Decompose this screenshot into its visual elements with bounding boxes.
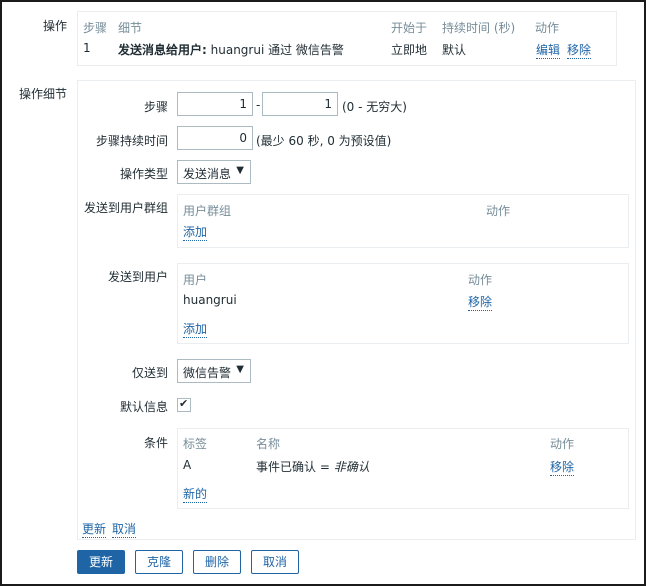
delete-button[interactable]: 删除 — [193, 550, 241, 574]
condition-label: A — [183, 458, 192, 472]
cancel-button[interactable]: 取消 — [251, 550, 299, 574]
condition-name-prefix: 事件已确认 = — [256, 460, 334, 474]
col-condition-name-header: 名称 — [256, 437, 281, 451]
steps-dash: - — [256, 98, 261, 112]
remove-user-link[interactable]: 移除 — [468, 293, 493, 311]
step-duration-label: 步骤持续时间 — [95, 134, 168, 148]
row-start: 立即地 — [391, 43, 428, 57]
users-table: 用户 动作 huangrui 移除 添加 — [177, 263, 629, 344]
steps-hint: (0 - 无穷大) — [342, 100, 407, 114]
caret-down-icon: ▼ — [236, 165, 244, 176]
col-action-header: 动作 — [535, 21, 560, 35]
update-button[interactable]: 更新 — [77, 550, 125, 574]
default-message-checkbox[interactable]: ✔ — [177, 397, 191, 412]
col-user-header: 用户 — [183, 273, 208, 287]
update-operation-link[interactable]: 更新 — [82, 520, 107, 538]
col-step-header: 步骤 — [83, 21, 108, 35]
send-only-to-select[interactable]: 微信告警 ▼ — [177, 359, 251, 383]
op-details-label: 操作细节 — [18, 87, 67, 101]
steps-label: 步骤 — [143, 100, 168, 114]
conditions-table: 标签 名称 动作 A 事件已确认 = 非确认 移除 新的 — [177, 428, 629, 509]
col-details-header: 细节 — [118, 21, 143, 35]
caret-down-icon: ▼ — [236, 364, 244, 375]
user-groups-table: 用户群组 动作 添加 — [177, 194, 629, 248]
col-user-action-header: 动作 — [468, 273, 493, 287]
users-label: 发送到用户 — [107, 270, 168, 284]
col-user-group-action-header: 动作 — [486, 204, 511, 218]
row-details: 发送消息给用户: huangrui 通过 微信告警 — [118, 41, 344, 58]
remove-operation-link[interactable]: 移除 — [567, 41, 592, 59]
user-groups-label: 发送到用户群组 — [83, 201, 168, 215]
window-frame: 操作 步骤 细节 开始于 持续时间 (秒) 动作 1 发送消息给用户: huan… — [0, 0, 646, 586]
op-type-value: 发送消息 — [183, 167, 232, 181]
user-name: huangrui — [183, 293, 237, 307]
op-type-select[interactable]: 发送消息 ▼ — [177, 160, 251, 184]
col-condition-label-header: 标签 — [183, 437, 208, 451]
row-details-rest: huangrui 通过 微信告警 — [206, 43, 344, 57]
condition-name-value: 非确认 — [333, 460, 370, 474]
op-type-label: 操作类型 — [119, 167, 168, 181]
col-start-header: 开始于 — [391, 21, 428, 35]
default-message-label: 默认信息 — [119, 400, 168, 414]
operations-label: 操作 — [42, 19, 67, 33]
send-only-to-value: 微信告警 — [183, 366, 232, 380]
operations-table: 步骤 细节 开始于 持续时间 (秒) 动作 1 发送消息给用户: huangru… — [77, 11, 617, 66]
send-only-to-label: 仅送到 — [131, 366, 168, 380]
step-duration-hint: (最少 60 秒, 0 为预设值) — [256, 134, 392, 148]
row-duration: 默认 — [442, 43, 467, 57]
cancel-operation-link[interactable]: 取消 — [112, 520, 137, 538]
condition-name: 事件已确认 = 非确认 — [256, 458, 370, 475]
row-step: 1 — [83, 41, 91, 55]
col-condition-action-header: 动作 — [550, 437, 575, 451]
clone-button[interactable]: 克隆 — [135, 550, 183, 574]
row-details-bold: 发送消息给用户: — [118, 43, 207, 57]
conditions-label: 条件 — [143, 436, 168, 450]
col-user-group-header: 用户群组 — [183, 204, 232, 218]
new-condition-link[interactable]: 新的 — [183, 485, 208, 503]
checkmark-icon: ✔ — [179, 397, 189, 410]
add-user-group-link[interactable]: 添加 — [183, 223, 208, 241]
step-to-input[interactable] — [262, 92, 338, 116]
remove-condition-link[interactable]: 移除 — [550, 458, 575, 476]
edit-link[interactable]: 编辑 — [536, 41, 561, 59]
add-user-link[interactable]: 添加 — [183, 320, 208, 338]
step-duration-input[interactable] — [177, 126, 253, 150]
step-from-input[interactable] — [177, 92, 253, 116]
col-duration-header: 持续时间 (秒) — [442, 21, 516, 35]
